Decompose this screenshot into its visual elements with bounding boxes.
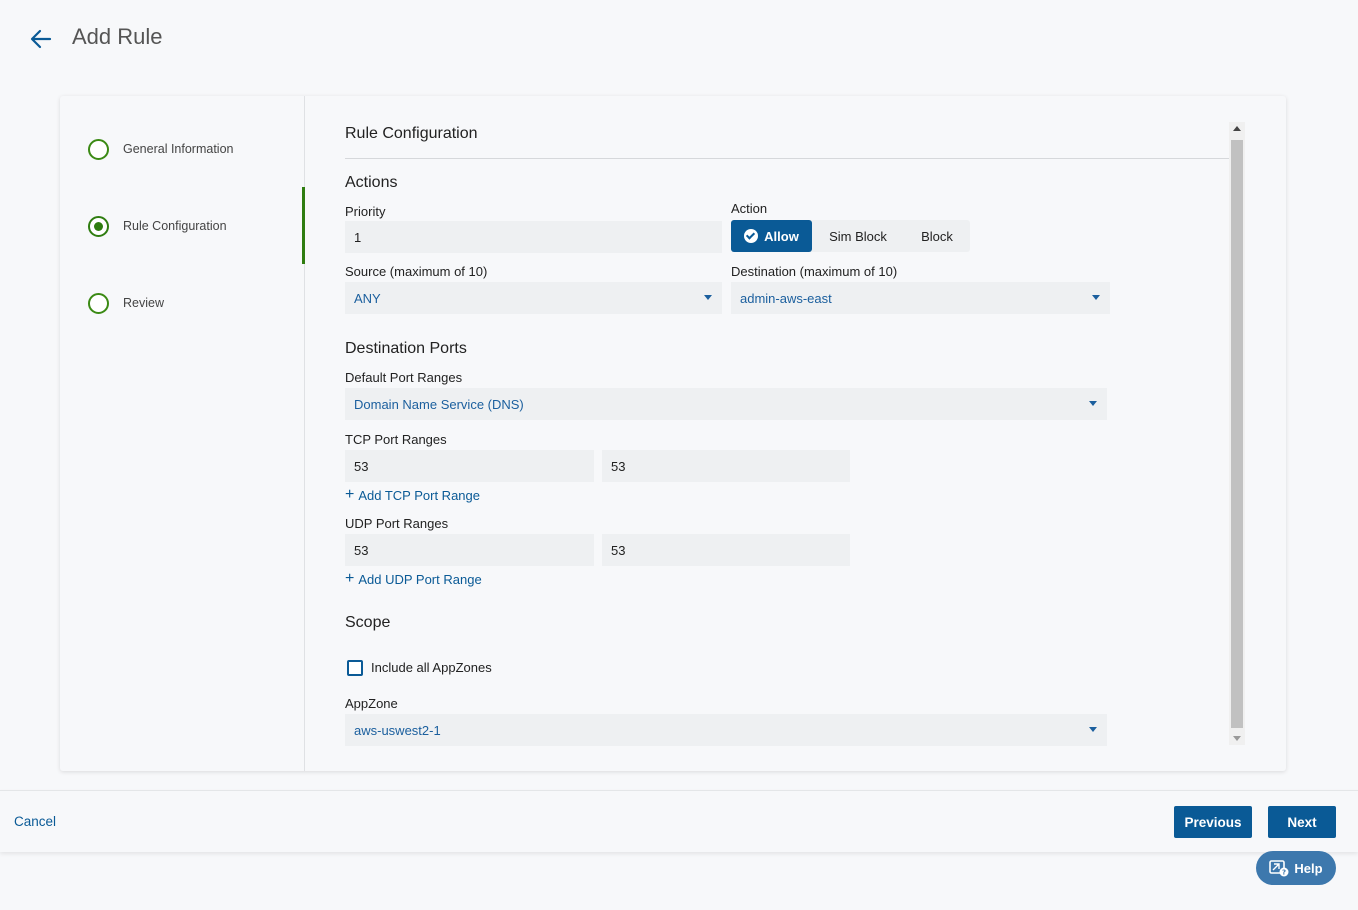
add-tcp-port-range-link[interactable]: + Add TCP Port Range	[345, 487, 480, 503]
tcp-port-from-input[interactable]: 53	[345, 450, 594, 482]
source-select[interactable]: ANY	[345, 282, 722, 314]
actions-heading: Actions	[345, 174, 398, 191]
page-title: Add Rule	[72, 24, 163, 49]
cancel-link[interactable]: Cancel	[14, 814, 56, 829]
step-circle-icon	[88, 292, 109, 314]
destination-select[interactable]: admin-aws-east	[731, 282, 1110, 314]
include-all-appzones-checkbox[interactable]	[347, 660, 363, 676]
top-bar: Add Rule	[0, 0, 1358, 80]
active-step-indicator	[302, 187, 305, 264]
source-value: ANY	[354, 290, 381, 306]
destination-value: admin-aws-east	[740, 290, 832, 306]
action-block-button[interactable]: Block	[904, 220, 970, 252]
caret-down-icon	[704, 295, 712, 300]
help-button[interactable]: ? Help	[1256, 851, 1336, 885]
appzone-select[interactable]: aws-uswest2-1	[345, 714, 1107, 746]
appzone-value: aws-uswest2-1	[354, 722, 441, 738]
previous-button[interactable]: Previous	[1174, 806, 1252, 838]
scroll-down-arrow-icon[interactable]	[1233, 736, 1241, 741]
form-scrollbar[interactable]	[1229, 122, 1245, 745]
appzone-label: AppZone	[345, 696, 398, 711]
footer-bar: Cancel Previous Next	[0, 790, 1358, 852]
priority-input[interactable]: 1	[345, 221, 722, 253]
step-label: General Information	[123, 142, 234, 156]
scroll-up-arrow-icon[interactable]	[1233, 126, 1241, 131]
back-arrow-icon[interactable]	[28, 26, 54, 52]
help-icon: ?	[1269, 860, 1289, 877]
rule-configuration-form: Rule Configuration Actions Priority 1 Ac…	[345, 96, 1245, 771]
tcp-port-to-input[interactable]: 53	[602, 450, 850, 482]
step-circle-icon	[88, 138, 109, 160]
add-udp-port-range-link[interactable]: + Add UDP Port Range	[345, 571, 482, 587]
caret-down-icon	[1089, 727, 1097, 732]
add-udp-port-range-label: Add UDP Port Range	[358, 571, 482, 587]
default-port-ranges-select[interactable]: Domain Name Service (DNS)	[345, 388, 1107, 420]
destination-label: Destination (maximum of 10)	[731, 264, 898, 279]
action-toggle-group: Allow Sim Block Block	[731, 220, 970, 252]
scroll-thumb[interactable]	[1231, 140, 1243, 728]
step-label: Rule Configuration	[123, 219, 227, 233]
udp-port-to-input[interactable]: 53	[602, 534, 850, 566]
step-rule-configuration[interactable]: Rule Configuration	[88, 214, 227, 238]
caret-down-icon	[1089, 401, 1097, 406]
wizard-card: General Information Rule Configuration R…	[60, 96, 1286, 771]
form-section-title: Rule Configuration	[345, 125, 478, 142]
check-circle-icon	[744, 229, 759, 243]
wizard-stepper: General Information Rule Configuration R…	[60, 96, 305, 771]
scope-heading: Scope	[345, 614, 391, 631]
plus-icon: +	[345, 486, 355, 503]
action-allow-label: Allow	[764, 228, 799, 244]
tcp-port-ranges-label: TCP Port Ranges	[345, 432, 447, 447]
udp-port-ranges-label: UDP Port Ranges	[345, 516, 449, 531]
action-sim-block-button[interactable]: Sim Block	[812, 220, 904, 252]
default-port-ranges-label: Default Port Ranges	[345, 370, 463, 385]
help-label: Help	[1294, 860, 1323, 876]
step-general-information[interactable]: General Information	[88, 137, 233, 161]
section-divider	[345, 158, 1230, 159]
action-allow-button[interactable]: Allow	[731, 220, 812, 252]
next-button[interactable]: Next	[1268, 806, 1336, 838]
action-label: Action	[731, 201, 768, 216]
destination-ports-heading: Destination Ports	[345, 340, 467, 357]
add-tcp-port-range-label: Add TCP Port Range	[358, 487, 480, 503]
step-label: Review	[123, 296, 164, 310]
caret-down-icon	[1092, 295, 1100, 300]
udp-port-from-input[interactable]: 53	[345, 534, 594, 566]
step-review[interactable]: Review	[88, 291, 164, 315]
svg-text:?: ?	[1282, 869, 1286, 877]
source-label: Source (maximum of 10)	[345, 264, 488, 279]
priority-label: Priority	[345, 204, 386, 219]
plus-icon: +	[345, 570, 355, 587]
include-all-appzones-label: Include all AppZones	[371, 660, 492, 675]
step-active-circle-icon	[88, 215, 109, 237]
default-port-ranges-value: Domain Name Service (DNS)	[354, 396, 524, 412]
